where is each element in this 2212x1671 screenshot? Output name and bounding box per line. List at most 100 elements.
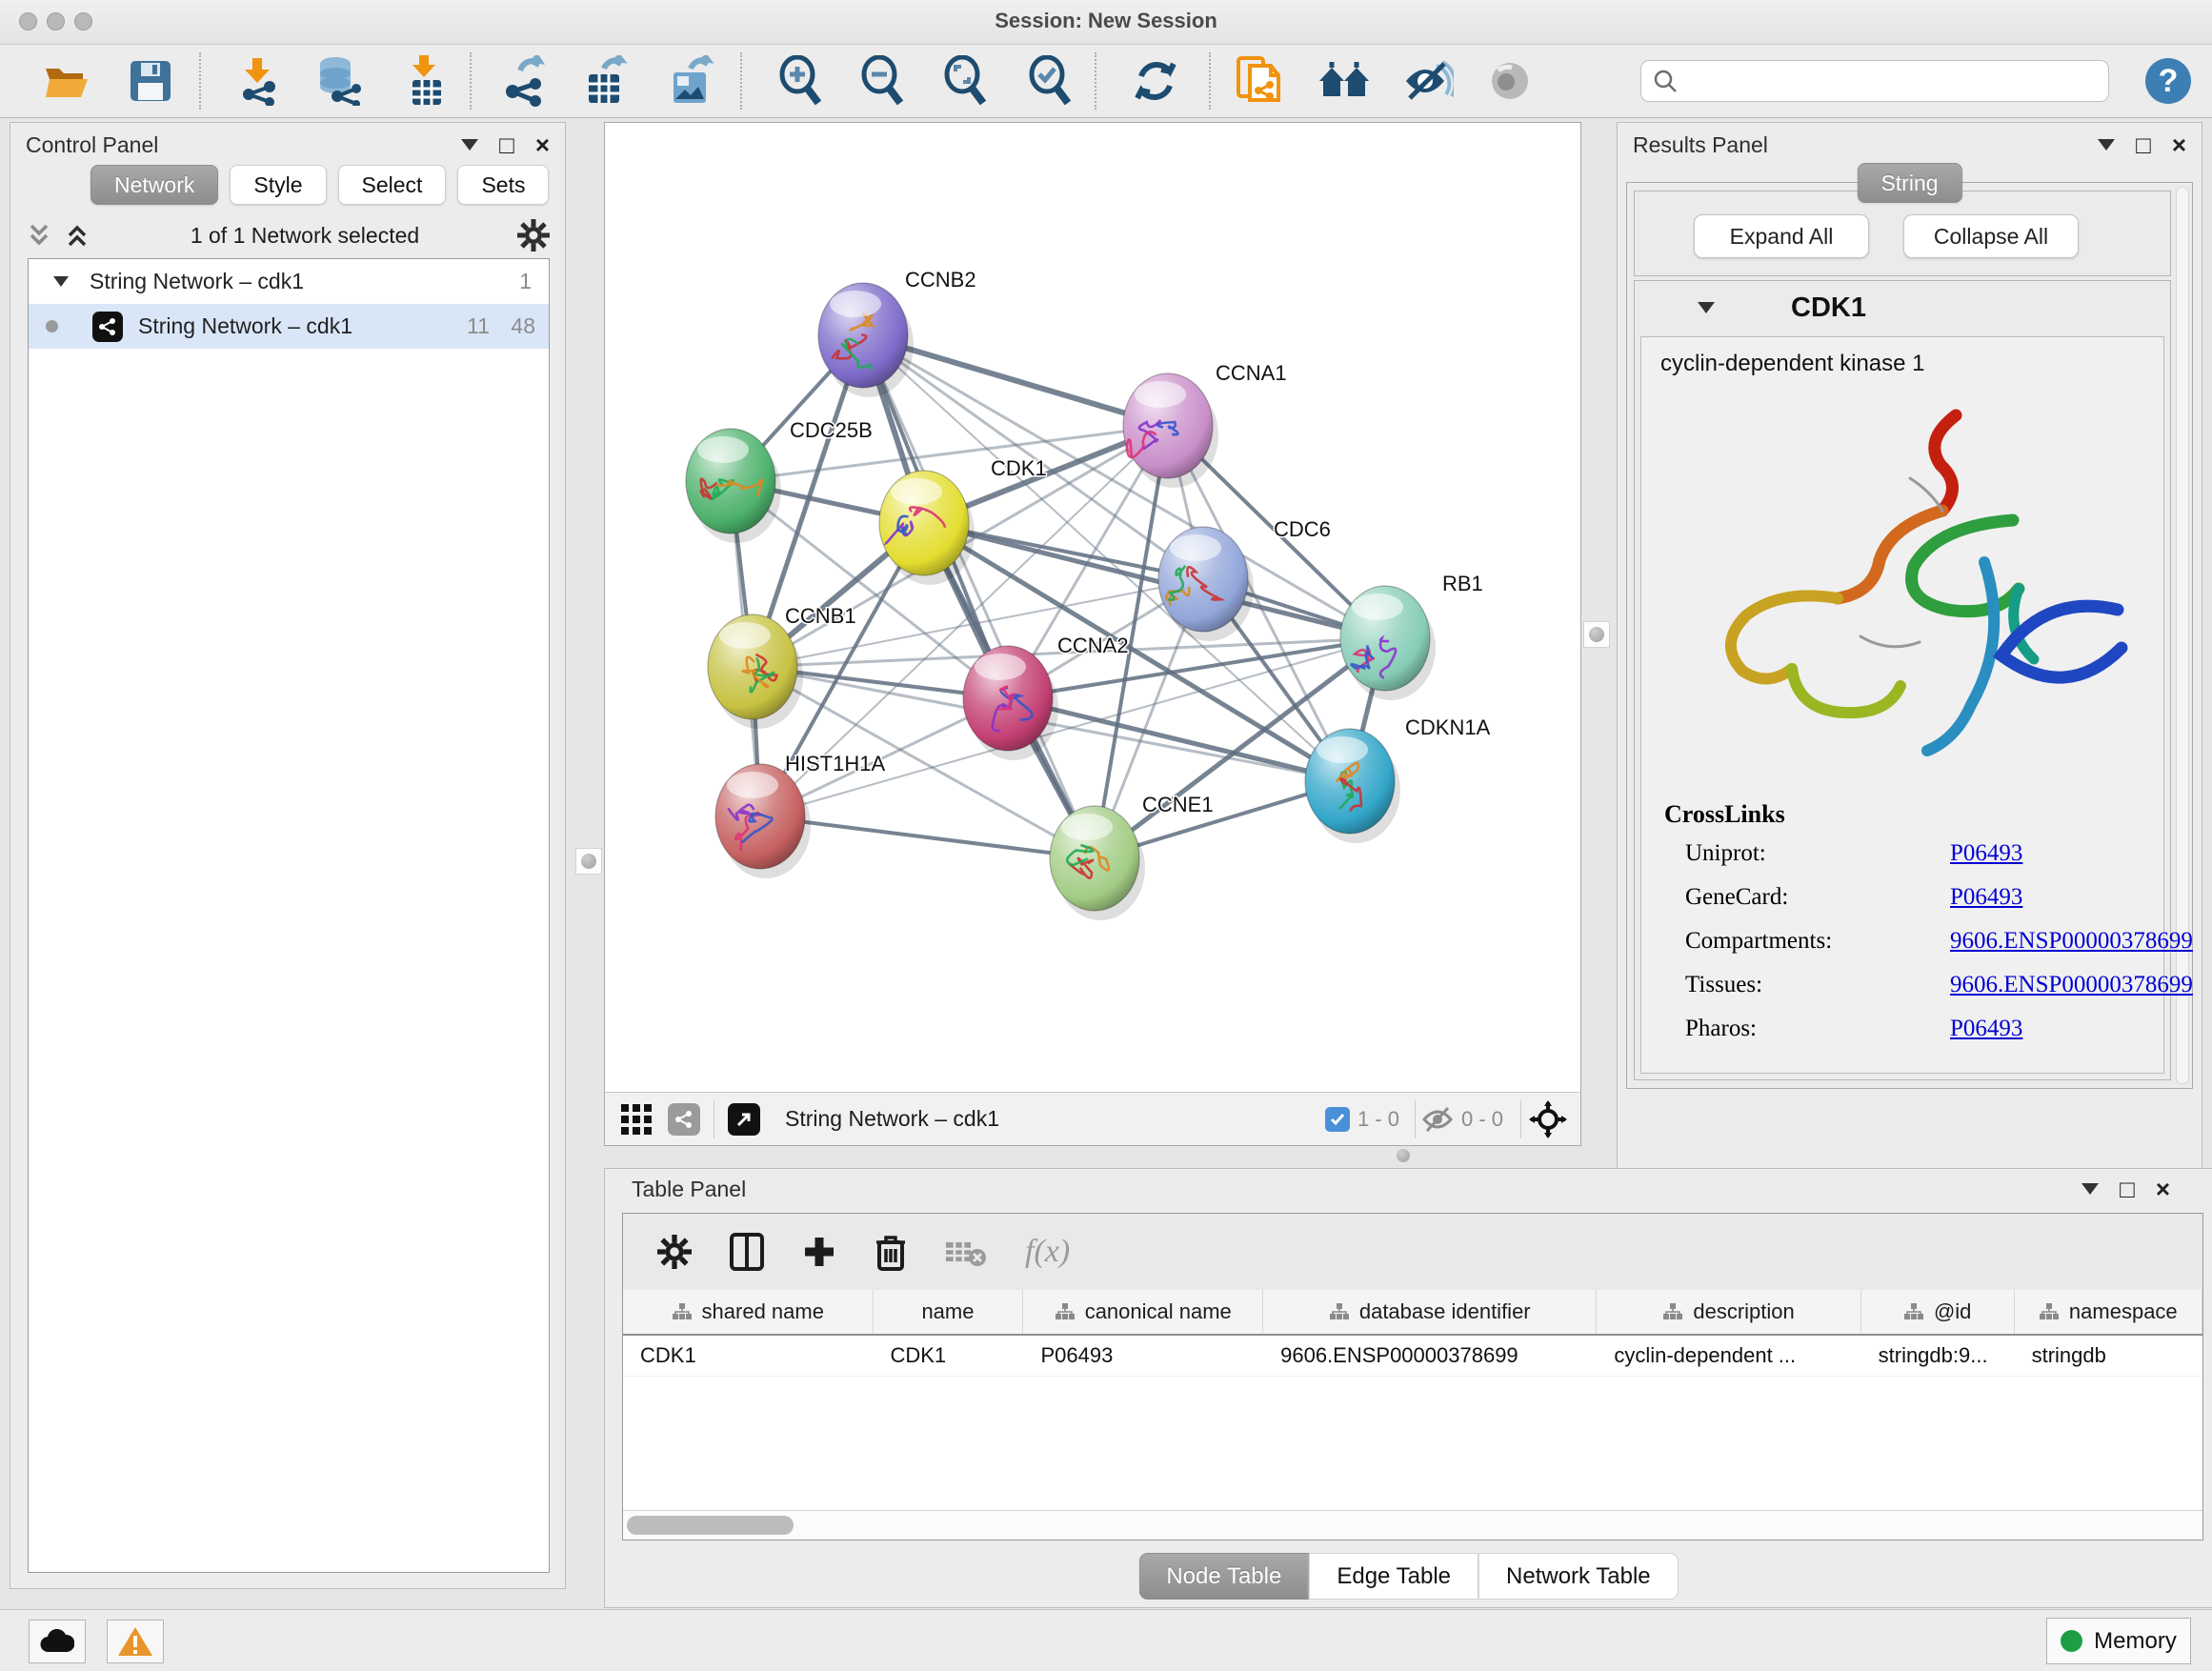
gear-icon[interactable]: [517, 219, 550, 252]
network-canvas[interactable]: CCNB2CCNA1CDC25BCDK1CDC6RB1CCNB1CCNA2CDK…: [605, 123, 1580, 1092]
crosslink-link[interactable]: P06493: [1950, 1016, 2022, 1042]
table-cell[interactable]: CDK1: [623, 1336, 873, 1376]
birds-eye-crosshair-icon[interactable]: [1529, 1100, 1567, 1138]
memory-status-dot: [2061, 1630, 2082, 1652]
column-header-@id[interactable]: @id: [1861, 1290, 2015, 1334]
network-node-CCNA2[interactable]: [963, 646, 1058, 760]
string-results-tab[interactable]: String: [1857, 163, 1961, 203]
horizontal-scrollbar[interactable]: [623, 1510, 2202, 1540]
column-header-namespace[interactable]: namespace: [2015, 1290, 2202, 1334]
network-node-CDC25B[interactable]: [686, 429, 781, 543]
open-in-new-window-icon[interactable]: [728, 1103, 760, 1136]
collapse-all-button[interactable]: Collapse All: [1903, 214, 2079, 258]
table-settings-gear-icon[interactable]: [657, 1235, 692, 1269]
network-node-CCNB1[interactable]: [708, 614, 803, 729]
show-columns-icon[interactable]: [730, 1233, 764, 1271]
close-panel-icon[interactable]: ×: [535, 132, 550, 157]
tab-sets[interactable]: Sets: [457, 165, 549, 205]
column-header-shared-name[interactable]: shared name: [623, 1290, 874, 1334]
tab-network[interactable]: Network: [90, 165, 218, 205]
help-button[interactable]: ?: [2145, 58, 2191, 104]
open-session-button[interactable]: [40, 54, 93, 108]
table-cell[interactable]: stringdb:9...: [1861, 1336, 2015, 1376]
share-view-icon[interactable]: [668, 1103, 700, 1136]
right-splitter-handle[interactable]: [1583, 621, 1610, 648]
hide-items-button[interactable]: [1401, 54, 1455, 108]
column-header-name[interactable]: name: [874, 1290, 1024, 1334]
table-cell[interactable]: P06493: [1023, 1336, 1263, 1376]
import-table-button[interactable]: [399, 54, 452, 108]
copy-network-button[interactable]: [1233, 54, 1286, 108]
tab-select[interactable]: Select: [338, 165, 447, 205]
collapse-panel-icon[interactable]: [461, 139, 478, 151]
search-input[interactable]: [1678, 68, 2108, 94]
export-image-button[interactable]: [665, 54, 718, 108]
tab-node-table[interactable]: Node Table: [1138, 1553, 1309, 1600]
float-panel-icon[interactable]: □: [2136, 132, 2151, 157]
column-header-canonical-name[interactable]: canonical name: [1023, 1290, 1263, 1334]
crosslink-link[interactable]: P06493: [1950, 840, 2022, 867]
tab-edge-table[interactable]: Edge Table: [1309, 1553, 1478, 1600]
crosslink-link[interactable]: P06493: [1950, 884, 2022, 911]
cloud-button[interactable]: [29, 1620, 86, 1663]
import-network-button[interactable]: [231, 54, 285, 108]
crosslink-row: Pharos:P06493: [1664, 1016, 2193, 1042]
table-cell[interactable]: CDK1: [873, 1336, 1023, 1376]
delete-column-trash-icon[interactable]: [875, 1233, 907, 1271]
collapse-entry-icon[interactable]: [1698, 302, 1715, 313]
network-node-CCNA1[interactable]: [1123, 373, 1218, 488]
add-column-plus-icon[interactable]: [802, 1235, 836, 1269]
network-node-CCNB2[interactable]: [818, 283, 914, 397]
export-network-button[interactable]: [498, 54, 552, 108]
refresh-button[interactable]: [1129, 54, 1182, 108]
table-row[interactable]: CDK1CDK1P064939606.ENSP00000378699cyclin…: [623, 1336, 2202, 1377]
network-row[interactable]: String Network – cdk1 11 48: [29, 304, 549, 349]
search-box[interactable]: [1640, 60, 2109, 102]
expand-all-icon[interactable]: [64, 222, 92, 249]
network-node-CCNE1[interactable]: [1050, 806, 1145, 920]
houses-button[interactable]: [1317, 54, 1371, 108]
node-table[interactable]: shared namenamecanonical namedatabase id…: [623, 1290, 2202, 1511]
bottom-splitter-handle[interactable]: [1392, 1145, 1415, 1166]
left-splitter-handle[interactable]: [575, 848, 602, 875]
collapse-all-icon[interactable]: [26, 222, 54, 249]
table-cell[interactable]: cyclin-dependent ...: [1597, 1336, 1860, 1376]
warnings-button[interactable]: [107, 1620, 164, 1663]
close-panel-icon[interactable]: ×: [2156, 1177, 2170, 1201]
column-header-description[interactable]: description: [1597, 1290, 1860, 1334]
network-collection-row[interactable]: String Network – cdk1 1: [29, 259, 549, 304]
gene-entry-header[interactable]: CDK1: [1635, 281, 2170, 334]
zoom-fit-button[interactable]: [938, 54, 992, 108]
network-node-RB1[interactable]: [1340, 586, 1436, 700]
memory-button[interactable]: Memory: [2046, 1618, 2191, 1664]
table-cell[interactable]: stringdb: [2015, 1336, 2202, 1376]
network-node-CDC6[interactable]: [1158, 527, 1254, 641]
collapse-panel-icon[interactable]: [2098, 139, 2115, 151]
zoom-selected-button[interactable]: [1023, 54, 1076, 108]
zoom-out-button[interactable]: [855, 54, 909, 108]
save-session-button[interactable]: [124, 54, 177, 108]
grid-view-icon[interactable]: [620, 1103, 653, 1136]
crosslink-link[interactable]: 9606.ENSP00000378699: [1950, 972, 2193, 998]
network-node-CDKN1A[interactable]: [1305, 729, 1400, 843]
float-panel-icon[interactable]: □: [499, 132, 514, 157]
selected-checkbox-icon[interactable]: [1325, 1107, 1350, 1132]
hidden-eye-slash-icon[interactable]: [1421, 1106, 1454, 1133]
table-cell[interactable]: 9606.ENSP00000378699: [1263, 1336, 1597, 1376]
float-panel-icon[interactable]: □: [2120, 1177, 2135, 1201]
tab-network-table[interactable]: Network Table: [1478, 1553, 1679, 1600]
show-items-button[interactable]: [1484, 54, 1538, 108]
close-panel-icon[interactable]: ×: [2172, 132, 2186, 157]
expand-all-button[interactable]: Expand All: [1694, 214, 1869, 258]
column-header-database-identifier[interactable]: database identifier: [1263, 1290, 1597, 1334]
zoom-in-button[interactable]: [774, 54, 827, 108]
tab-style[interactable]: Style: [230, 165, 326, 205]
crosslink-link[interactable]: 9606.ENSP00000378699: [1950, 928, 2193, 955]
scrollbar-thumb[interactable]: [627, 1516, 794, 1535]
network-node-CDK1[interactable]: [879, 471, 975, 585]
expand-collection-icon[interactable]: [53, 276, 69, 287]
export-table-button[interactable]: [580, 54, 633, 108]
network-edge[interactable]: [863, 335, 1095, 858]
collapse-panel-icon[interactable]: [2081, 1183, 2099, 1195]
import-database-button[interactable]: [312, 54, 365, 108]
